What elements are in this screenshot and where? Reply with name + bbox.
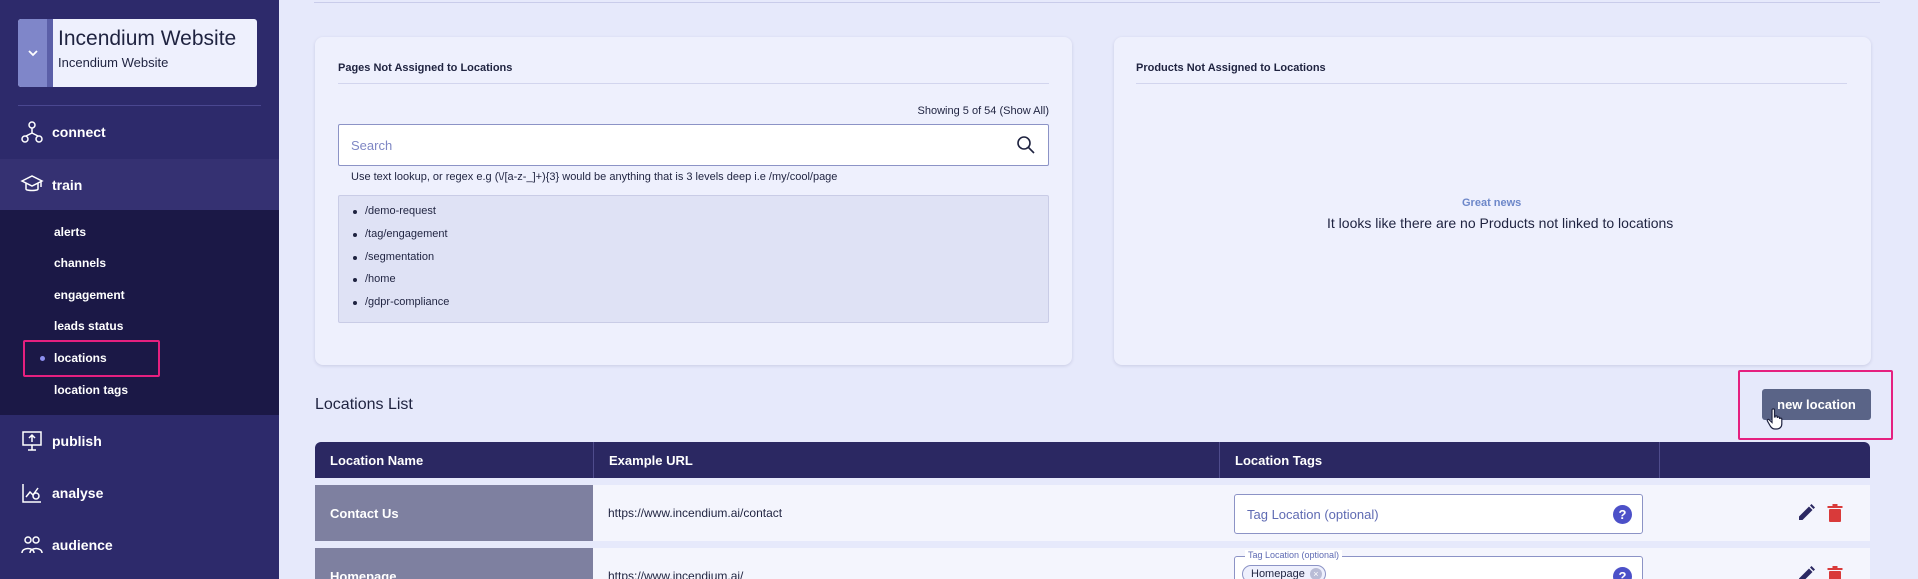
example-url-cell: https://www.incendium.ai/contact bbox=[608, 506, 783, 520]
remove-tag-icon[interactable]: × bbox=[1309, 568, 1322, 579]
list-item: /home bbox=[353, 273, 396, 285]
locations-table-header: Location Name Example URL Location Tags bbox=[315, 442, 1870, 478]
chevron-down-icon bbox=[27, 50, 38, 57]
help-icon[interactable]: ? bbox=[1613, 567, 1632, 579]
column-header-actions bbox=[1660, 442, 1870, 478]
locations-list-title: Locations List bbox=[315, 396, 413, 413]
subnav-item-channels[interactable]: channels bbox=[54, 256, 106, 270]
hand-cursor-icon bbox=[1766, 408, 1783, 430]
pages-search-input[interactable] bbox=[339, 125, 1048, 165]
column-header-example-url: Example URL bbox=[609, 452, 693, 468]
site-selector-accent bbox=[47, 19, 53, 87]
table-row: Contact Us https://www.incendium.ai/cont… bbox=[315, 485, 1870, 541]
sidebar: Incendium Website Incendium Website conn… bbox=[0, 0, 279, 579]
tag-chip-label: Homepage bbox=[1251, 568, 1305, 579]
empty-products-message: It looks like there are no Products not … bbox=[1327, 215, 1674, 231]
list-item: /gdpr-compliance bbox=[352, 296, 450, 308]
list-item: /segmentation bbox=[352, 251, 435, 263]
nav-item-publish[interactable]: publish bbox=[0, 416, 279, 466]
edit-pencil-icon[interactable] bbox=[1796, 565, 1816, 579]
nav-item-train[interactable]: train bbox=[0, 159, 279, 211]
products-not-assigned-card: Products Not Assigned to Locations Great… bbox=[1114, 37, 1871, 365]
subnav-item-leads-status[interactable]: leads status bbox=[54, 319, 123, 333]
train-icon bbox=[20, 175, 44, 192]
subnav-item-alerts[interactable]: alerts bbox=[54, 225, 86, 239]
analyse-icon bbox=[22, 484, 41, 503]
delete-trash-icon[interactable] bbox=[1825, 565, 1845, 579]
nav-label-analyse: analyse bbox=[52, 485, 104, 501]
site-selector[interactable]: Incendium Website Incendium Website bbox=[18, 19, 257, 87]
location-name-cell: Homepage bbox=[315, 548, 593, 579]
example-url-cell: https://www.incendium.ai/ bbox=[608, 569, 744, 579]
products-card-title: Products Not Assigned to Locations bbox=[1136, 62, 1326, 74]
help-icon[interactable]: ? bbox=[1613, 505, 1632, 524]
publish-icon bbox=[22, 431, 42, 451]
pages-card-title: Pages Not Assigned to Locations bbox=[338, 62, 513, 74]
nav-label-publish: publish bbox=[52, 433, 102, 449]
locations-highlight bbox=[23, 340, 160, 377]
unassigned-pages-list: /demo-request /tag/engagement /segmentat… bbox=[338, 195, 1049, 323]
site-selector-toggle[interactable] bbox=[18, 19, 47, 87]
showing-count-link[interactable]: Showing 5 of 54 (Show All) bbox=[918, 105, 1049, 117]
connect-icon bbox=[21, 121, 43, 143]
nav-item-audience[interactable]: audience bbox=[0, 520, 279, 570]
subnav-item-engagement[interactable]: engagement bbox=[54, 288, 125, 302]
tag-location-field[interactable]: ? bbox=[1234, 494, 1643, 534]
pages-not-assigned-card: Pages Not Assigned to Locations Showing … bbox=[315, 37, 1072, 365]
products-card-rule bbox=[1136, 83, 1847, 84]
list-item: /demo-request bbox=[353, 205, 436, 217]
list-item: /tag/engagement bbox=[353, 228, 448, 240]
subnav-item-location-tags[interactable]: location tags bbox=[54, 383, 128, 397]
site-title: Incendium Website bbox=[58, 27, 237, 50]
column-header-location-name: Location Name bbox=[330, 452, 424, 468]
nav-item-analyse[interactable]: analyse bbox=[0, 468, 279, 518]
site-subtitle: Incendium Website bbox=[58, 55, 169, 70]
train-subnav: alerts channels engagement leads status … bbox=[0, 210, 279, 415]
regex-hint: Use text lookup, or regex e.g (\/[a-z-_]… bbox=[351, 171, 838, 183]
great-news-heading: Great news bbox=[1462, 197, 1522, 209]
tag-location-label: Tag Location (optional) bbox=[1245, 550, 1343, 560]
nav-label-connect: connect bbox=[52, 124, 106, 140]
delete-trash-icon[interactable] bbox=[1825, 503, 1845, 523]
nav-label-audience: audience bbox=[52, 537, 113, 553]
location-name-cell: Contact Us bbox=[315, 485, 593, 541]
audience-icon bbox=[21, 536, 43, 554]
tag-chip[interactable]: Homepage × bbox=[1242, 565, 1326, 579]
column-header-location-tags: Location Tags bbox=[1235, 452, 1323, 468]
search-icon[interactable] bbox=[1016, 135, 1036, 155]
tag-location-field[interactable]: Tag Location (optional) Homepage × ? bbox=[1234, 550, 1643, 579]
table-row: Homepage https://www.incendium.ai/ Tag L… bbox=[315, 548, 1870, 579]
pages-card-rule bbox=[338, 83, 1049, 84]
top-divider bbox=[314, 2, 1880, 3]
nav-label-train: train bbox=[52, 177, 83, 193]
pages-search-field[interactable] bbox=[338, 124, 1049, 166]
nav-item-connect[interactable]: connect bbox=[0, 107, 279, 157]
sidebar-divider bbox=[18, 105, 261, 106]
edit-pencil-icon[interactable] bbox=[1796, 503, 1816, 523]
tag-location-input[interactable] bbox=[1235, 495, 1642, 533]
new-location-highlight bbox=[1738, 370, 1893, 440]
